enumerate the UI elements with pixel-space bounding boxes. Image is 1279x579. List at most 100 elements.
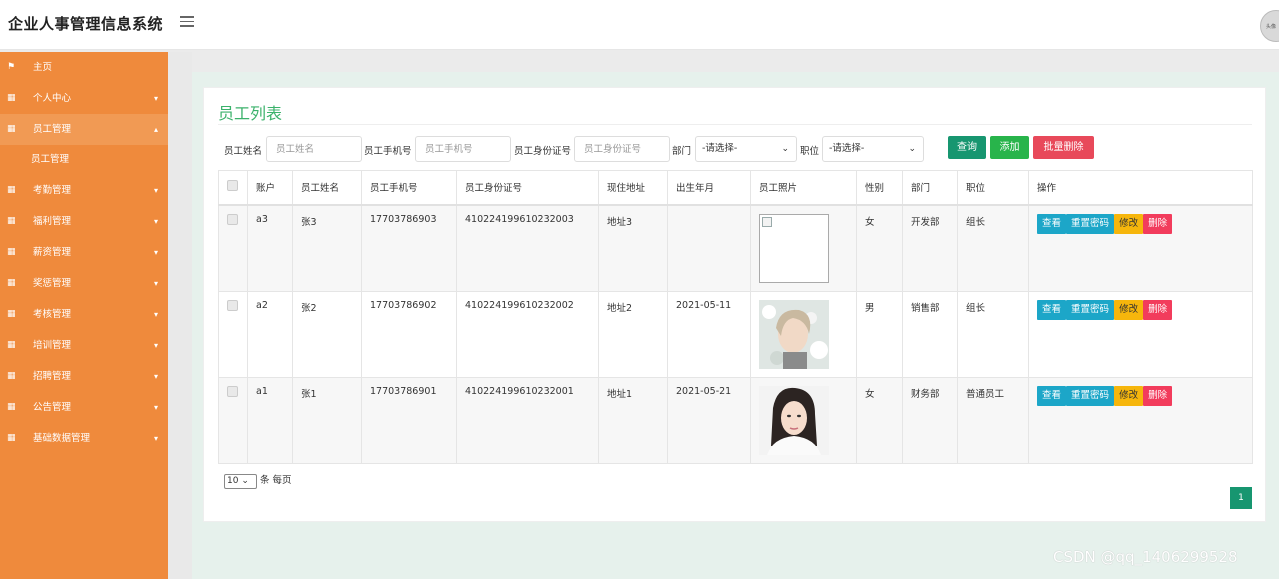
grid-icon: ▦ (7, 278, 16, 288)
column-header: 操作 (1028, 170, 1253, 206)
sidebar-item-basic-data[interactable]: ▦ 基础数据管理 ▾ (0, 423, 168, 454)
sidebar-item-training[interactable]: ▦ 培训管理 ▾ (0, 330, 168, 361)
query-button[interactable]: 查询 (948, 136, 986, 159)
sidebar-item-employee-management[interactable]: ▦ 员工管理 ▴ (0, 114, 168, 145)
edit-button[interactable]: 修改 (1114, 299, 1144, 320)
grid-icon: ▦ (7, 402, 16, 412)
phone-cell: 17703786902 (361, 290, 457, 378)
column-header: 员工手机号 (361, 170, 457, 206)
view-button[interactable]: 查看 (1037, 385, 1067, 406)
sidebar-item-personal-center[interactable]: ▦ 个人中心 ▾ (0, 83, 168, 114)
employee-idcard-input[interactable] (574, 136, 670, 162)
sidebar-item-assessment[interactable]: ▦ 考核管理 ▾ (0, 299, 168, 330)
phone-cell: 17703786901 (361, 376, 457, 464)
sidebar-item-recruitment[interactable]: ▦ 招聘管理 ▾ (0, 361, 168, 392)
row-checkbox[interactable] (227, 299, 238, 311)
sidebar-item-label: 个人中心 (33, 93, 72, 104)
reset-password-button[interactable]: 重置密码 (1066, 213, 1115, 234)
select-all-checkbox[interactable] (227, 180, 238, 192)
position-select[interactable]: -请选择- ⌄ (822, 136, 924, 162)
view-button[interactable]: 查看 (1037, 299, 1067, 320)
birth-cell: 2021-05-11 (667, 290, 751, 378)
gender-cell: 女 (856, 376, 903, 464)
chevron-down-icon: ▾ (153, 434, 158, 443)
chevron-down-icon: ▾ (153, 341, 158, 350)
row-select-cell[interactable] (218, 376, 248, 464)
sidebar-item-salary[interactable]: ▦ 薪资管理 ▾ (0, 237, 168, 268)
page-size-control: 10 ⌄ 条 每页 (224, 472, 292, 489)
page-number-button[interactable]: 1 (1230, 487, 1252, 509)
grid-icon: ▦ (7, 216, 16, 226)
column-header: 员工照片 (750, 170, 857, 206)
app-title: 企业人事管理信息系统 (8, 15, 164, 33)
view-button[interactable]: 查看 (1037, 213, 1067, 234)
table-row: a2 张2 17703786902 410224199610232002 地址2… (218, 290, 1253, 378)
idcard-label: 员工身份证号 (514, 146, 572, 157)
reset-password-button[interactable]: 重置密码 (1066, 385, 1115, 406)
grid-icon: ▦ (7, 185, 16, 195)
row-select-cell[interactable] (218, 204, 248, 292)
edit-button[interactable]: 修改 (1114, 385, 1144, 406)
column-header: 性别 (856, 170, 903, 206)
photo-cell (750, 204, 857, 292)
sidebar-item-welfare[interactable]: ▦ 福利管理 ▾ (0, 206, 168, 237)
actions-cell: 查看 重置密码 修改 删除 (1028, 204, 1253, 292)
birth-cell: 2021-05-21 (667, 376, 751, 464)
column-header: 部门 (902, 170, 958, 206)
employee-name-input[interactable] (266, 136, 362, 162)
sidebar-item-label: 福利管理 (33, 216, 72, 227)
menu-toggle-icon[interactable] (180, 16, 194, 28)
page-size-value: 10 (227, 476, 239, 486)
add-button[interactable]: 添加 (990, 136, 1029, 159)
sidebar-item-rewards[interactable]: ▦ 奖惩管理 ▾ (0, 268, 168, 299)
dept-cell: 销售部 (902, 290, 958, 378)
avatar[interactable]: 头像 (1260, 10, 1279, 42)
photo-cell (750, 290, 857, 378)
position-select-value: -请选择- (829, 143, 865, 154)
delete-button[interactable]: 删除 (1143, 299, 1173, 320)
photo-cell (750, 376, 857, 464)
row-select-cell[interactable] (218, 290, 248, 378)
grid-icon: ▦ (7, 340, 16, 350)
row-checkbox[interactable] (227, 213, 238, 225)
actions-cell: 查看 重置密码 修改 删除 (1028, 376, 1253, 464)
idcard-cell: 410224199610232002 (456, 290, 599, 378)
table-row: a1 张1 17703786901 410224199610232001 地址1… (218, 376, 1253, 464)
edit-button[interactable]: 修改 (1114, 213, 1144, 234)
top-bar: 企业人事管理信息系统 头像 (0, 0, 1279, 50)
delete-button[interactable]: 删除 (1143, 385, 1173, 406)
employee-phone-input[interactable] (415, 136, 511, 162)
actions-cell: 查看 重置密码 修改 删除 (1028, 290, 1253, 378)
idcard-cell: 410224199610232003 (456, 204, 599, 292)
sidebar-item-label: 主页 (33, 62, 53, 73)
phone-cell: 17703786903 (361, 204, 457, 292)
batch-delete-button[interactable]: 批量删除 (1033, 136, 1094, 159)
grid-icon: ▦ (7, 247, 16, 257)
page-size-select[interactable]: 10 ⌄ (224, 474, 257, 489)
name-cell: 张2 (292, 290, 362, 378)
idcard-cell: 410224199610232001 (456, 376, 599, 464)
sidebar-item-attendance[interactable]: ▦ 考勤管理 ▾ (0, 175, 168, 206)
sidebar-item-label: 奖惩管理 (33, 278, 72, 289)
position-cell: 组长 (957, 290, 1029, 378)
delete-button[interactable]: 删除 (1143, 213, 1173, 234)
reset-password-button[interactable]: 重置密码 (1066, 299, 1115, 320)
row-checkbox[interactable] (227, 385, 238, 397)
sidebar-item-announcements[interactable]: ▦ 公告管理 ▾ (0, 392, 168, 423)
select-all-cell[interactable] (218, 170, 248, 206)
title-divider (218, 124, 1252, 125)
sidebar-item-label: 员工管理 (33, 124, 72, 135)
sidebar-item-label: 培训管理 (33, 340, 72, 351)
gender-cell: 男 (856, 290, 903, 378)
employee-table: 账户 员工姓名 员工手机号 员工身份证号 现住地址 出生年月 员工照片 性别 部… (218, 170, 1253, 464)
position-cell: 普通员工 (957, 376, 1029, 464)
sidebar-item-home[interactable]: ⚑ 主页 (0, 52, 168, 83)
sidebar-item-label: 考勤管理 (33, 185, 72, 196)
watermark: CSDN @qq_1406299528 (1053, 548, 1238, 566)
sidebar-item-label: 公告管理 (33, 402, 72, 413)
sidebar-subitem-employee-management[interactable]: 员工管理 (0, 145, 168, 175)
account-cell: a1 (247, 376, 293, 464)
grid-icon: ▦ (7, 309, 16, 319)
dept-select[interactable]: -请选择- ⌄ (695, 136, 797, 162)
dept-cell: 开发部 (902, 204, 958, 292)
